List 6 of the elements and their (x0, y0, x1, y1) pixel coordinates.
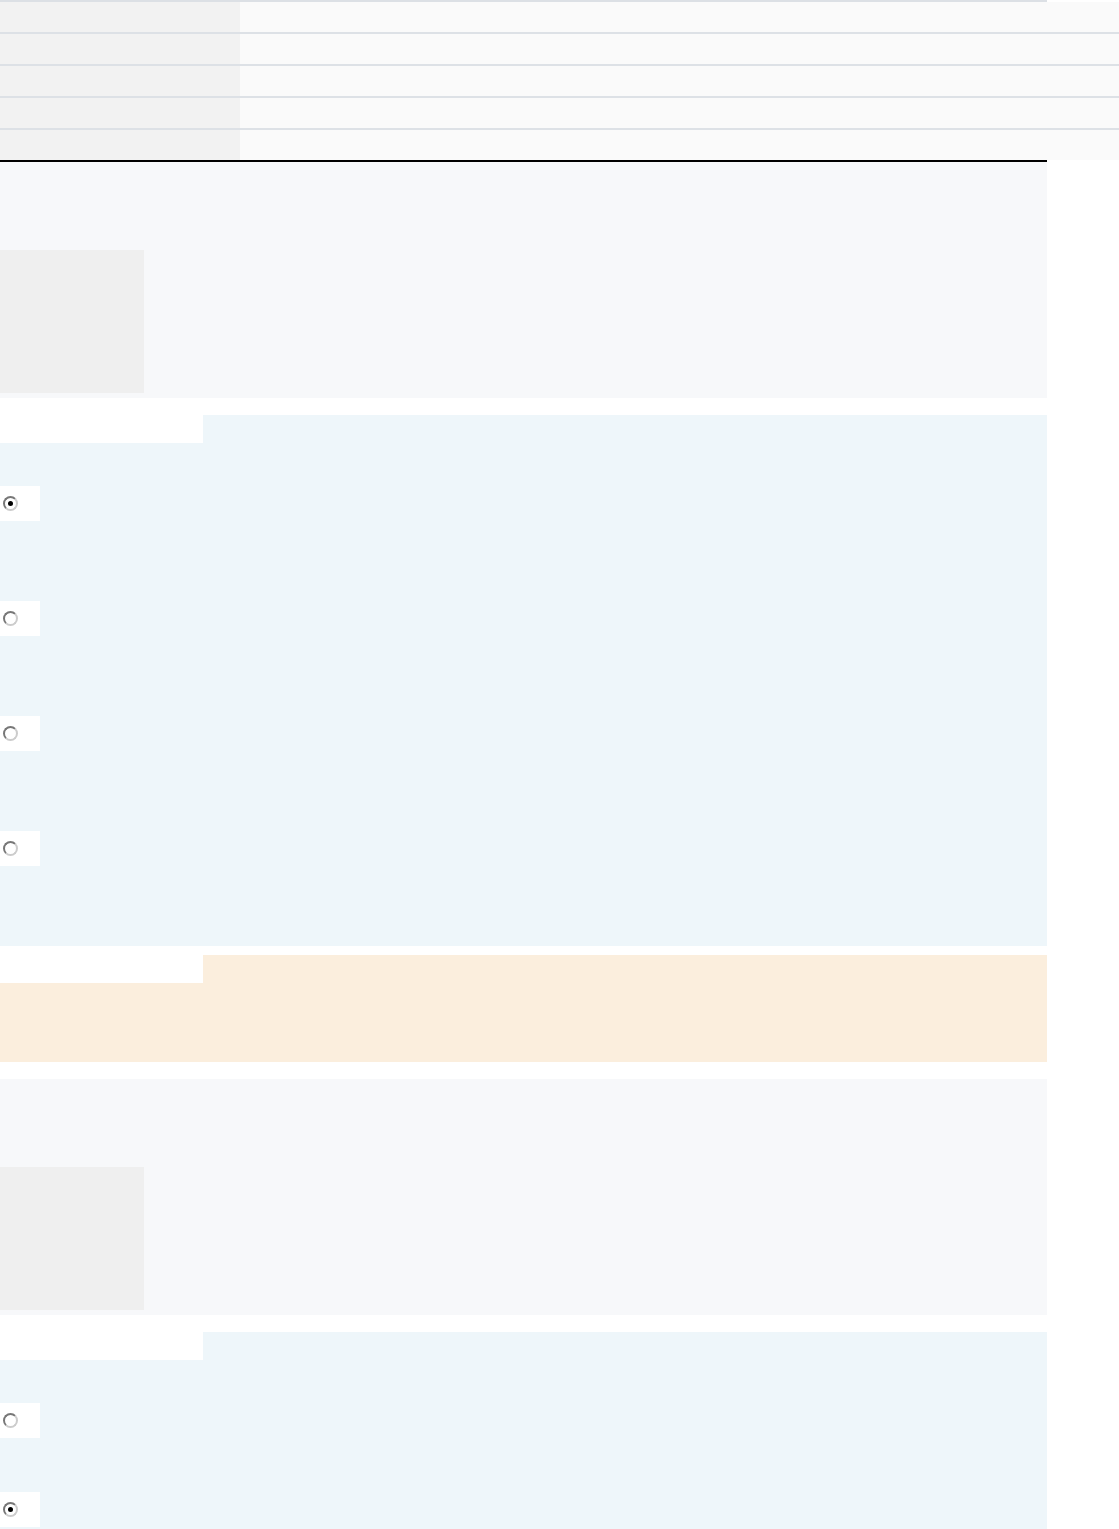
radio-button[interactable] (3, 726, 18, 741)
radio-button[interactable] (3, 496, 18, 511)
radio-button[interactable] (3, 1413, 18, 1428)
radio-button[interactable] (3, 841, 18, 856)
radio-button[interactable] (3, 1502, 18, 1517)
radio-button[interactable] (3, 611, 18, 626)
